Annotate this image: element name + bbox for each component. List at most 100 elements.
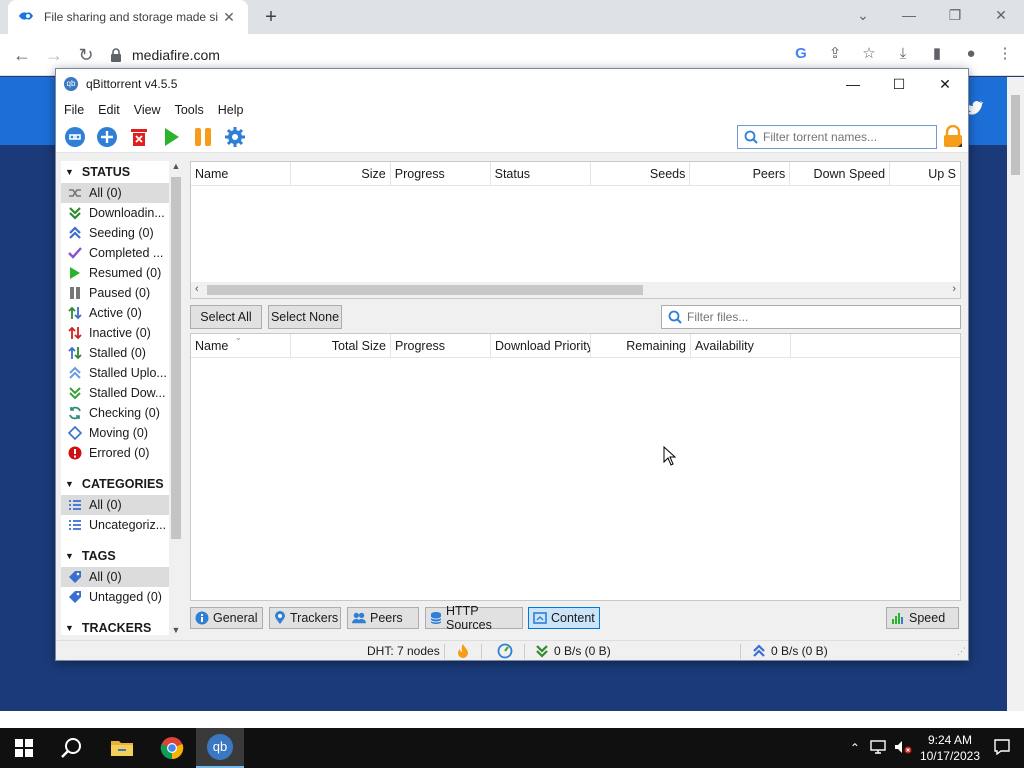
qbt-maximize-icon[interactable]: ☐	[876, 69, 922, 99]
scroll-down-icon[interactable]: ▼	[169, 625, 183, 635]
bookmark-star-icon[interactable]: ☆	[858, 43, 880, 65]
status-paused[interactable]: Paused (0)	[61, 283, 183, 303]
fcol-name[interactable]: Name ⌄	[191, 334, 291, 357]
search-icon[interactable]	[48, 728, 96, 768]
col-down-speed[interactable]: Down Speed	[790, 162, 891, 185]
status-active[interactable]: Active (0)	[61, 303, 183, 323]
minimize-icon[interactable]: —	[886, 0, 932, 30]
col-size[interactable]: Size	[291, 162, 391, 185]
col-status[interactable]: Status	[491, 162, 591, 185]
filter-files-box[interactable]	[661, 305, 961, 329]
status-seeding[interactable]: Seeding (0)	[61, 223, 183, 243]
chrome-menu-icon[interactable]: ⋮	[994, 43, 1016, 65]
forward-icon[interactable]: →	[42, 43, 66, 67]
network-icon[interactable]	[870, 739, 886, 757]
col-seeds[interactable]: Seeds	[591, 162, 691, 185]
qbt-minimize-icon[interactable]: —	[830, 69, 876, 99]
scroll-right-icon[interactable]: ›	[952, 283, 956, 295]
status-stalled-downloading[interactable]: Stalled Dow...	[61, 383, 183, 403]
tab-trackers[interactable]: Trackers	[269, 607, 341, 629]
fcol-progress[interactable]: Progress	[391, 334, 491, 357]
status-checking[interactable]: Checking (0)	[61, 403, 183, 423]
scroll-left-icon[interactable]: ‹	[195, 283, 199, 295]
chrome-icon[interactable]	[148, 728, 196, 768]
page-scrollbar[interactable]	[1007, 77, 1024, 711]
fcol-priority[interactable]: Download Priority	[491, 334, 591, 357]
tags-section-header[interactable]: ▼ TAGS	[61, 545, 183, 567]
connection-flame-icon[interactable]	[457, 643, 469, 662]
status-stalled[interactable]: Stalled (0)	[61, 343, 183, 363]
windows-start-icon[interactable]	[0, 728, 48, 768]
resume-torrent-icon[interactable]	[158, 124, 184, 150]
close-window-icon[interactable]: ✕	[978, 0, 1024, 30]
fcol-total-size[interactable]: Total Size	[291, 334, 391, 357]
fcol-remaining[interactable]: Remaining	[591, 334, 691, 357]
tag-all[interactable]: All (0)	[61, 567, 183, 587]
pause-torrent-icon[interactable]	[190, 124, 216, 150]
category-all[interactable]: All (0)	[61, 495, 183, 515]
torrent-list[interactable]: Name Size Progress Status Seeds Peers Do…	[190, 161, 961, 299]
content-file-list[interactable]: Name ⌄ Total Size Progress Download Prior…	[190, 333, 961, 601]
torrent-list-hscrollbar[interactable]: ‹ ›	[191, 282, 960, 298]
trackers-section-header[interactable]: ▼ TRACKERS	[61, 617, 183, 635]
categories-section-header[interactable]: ▼ CATEGORIES	[61, 473, 183, 495]
select-none-button[interactable]: Select None	[268, 305, 342, 329]
status-stalled-uploading[interactable]: Stalled Uplo...	[61, 363, 183, 383]
browser-tab[interactable]: File sharing and storage made si ✕	[8, 0, 248, 34]
col-name[interactable]: Name	[191, 162, 291, 185]
profile-avatar-icon[interactable]: ●	[960, 43, 982, 65]
torrent-search-box[interactable]	[737, 125, 937, 149]
col-up-speed[interactable]: Up S	[890, 162, 960, 185]
qbittorrent-taskbar-icon[interactable]: qb	[196, 728, 244, 768]
fcol-availability[interactable]: Availability	[691, 334, 791, 357]
col-peers[interactable]: Peers	[690, 162, 791, 185]
restore-icon[interactable]: ❐	[932, 0, 978, 30]
system-clock[interactable]: 9:24 AM 10/17/2023	[920, 732, 980, 764]
status-moving[interactable]: Moving (0)	[61, 423, 183, 443]
tab-close-icon[interactable]: ✕	[220, 9, 238, 26]
back-icon[interactable]: ←	[10, 43, 34, 67]
options-gear-icon[interactable]	[222, 124, 248, 150]
status-inactive[interactable]: Inactive (0)	[61, 323, 183, 343]
menu-edit[interactable]: Edit	[98, 103, 120, 117]
menu-help[interactable]: Help	[218, 103, 244, 117]
delete-torrent-icon[interactable]	[126, 124, 152, 150]
downloads-icon[interactable]: ⤓	[892, 43, 914, 65]
tab-general[interactable]: General	[190, 607, 263, 629]
side-panel-icon[interactable]: ▮	[926, 43, 948, 65]
filter-files-input[interactable]	[687, 310, 937, 324]
share-icon[interactable]: ⇪	[824, 43, 846, 65]
download-speed-text[interactable]: 0 B/s (0 B)	[554, 644, 611, 658]
upload-speed-text[interactable]: 0 B/s (0 B)	[771, 644, 828, 658]
qbt-close-icon[interactable]: ✕	[922, 69, 968, 99]
tab-http-sources[interactable]: HTTP Sources	[425, 604, 523, 632]
sidebar-scrollbar[interactable]: ▲ ▼	[169, 161, 183, 635]
status-section-header[interactable]: ▼ STATUS	[61, 161, 183, 183]
volume-muted-icon[interactable]	[894, 740, 912, 757]
menu-view[interactable]: View	[134, 103, 161, 117]
tab-peers[interactable]: Peers	[347, 607, 419, 629]
menu-file[interactable]: File	[64, 103, 84, 117]
google-icon[interactable]: G	[790, 43, 812, 65]
torrent-search-input[interactable]	[763, 130, 933, 144]
status-resumed[interactable]: Resumed (0)	[61, 263, 183, 283]
alt-speed-icon[interactable]	[497, 643, 513, 662]
tab-search-icon[interactable]: ⌄	[840, 0, 886, 30]
new-tab-button[interactable]: +	[258, 4, 284, 30]
select-all-button[interactable]: Select All	[190, 305, 262, 329]
speed-limit-lock-icon[interactable]	[942, 124, 964, 149]
tag-untagged[interactable]: Untagged (0)	[61, 587, 183, 607]
status-completed[interactable]: Completed ...	[61, 243, 183, 263]
tray-chevron-icon[interactable]: ⌃	[850, 741, 860, 755]
resize-grip-icon[interactable]: ⋰	[957, 646, 966, 657]
reload-icon[interactable]: ↻	[74, 43, 98, 67]
notifications-icon[interactable]	[994, 738, 1010, 758]
status-errored[interactable]: Errored (0)	[61, 443, 183, 463]
status-all[interactable]: All (0)	[61, 183, 183, 203]
address-bar[interactable]: mediafire.com	[110, 40, 892, 70]
status-downloading[interactable]: Downloadin...	[61, 203, 183, 223]
col-progress[interactable]: Progress	[391, 162, 491, 185]
scroll-up-icon[interactable]: ▲	[169, 161, 183, 171]
tab-content[interactable]: Content	[528, 607, 600, 629]
speed-button[interactable]: Speed	[886, 607, 959, 629]
